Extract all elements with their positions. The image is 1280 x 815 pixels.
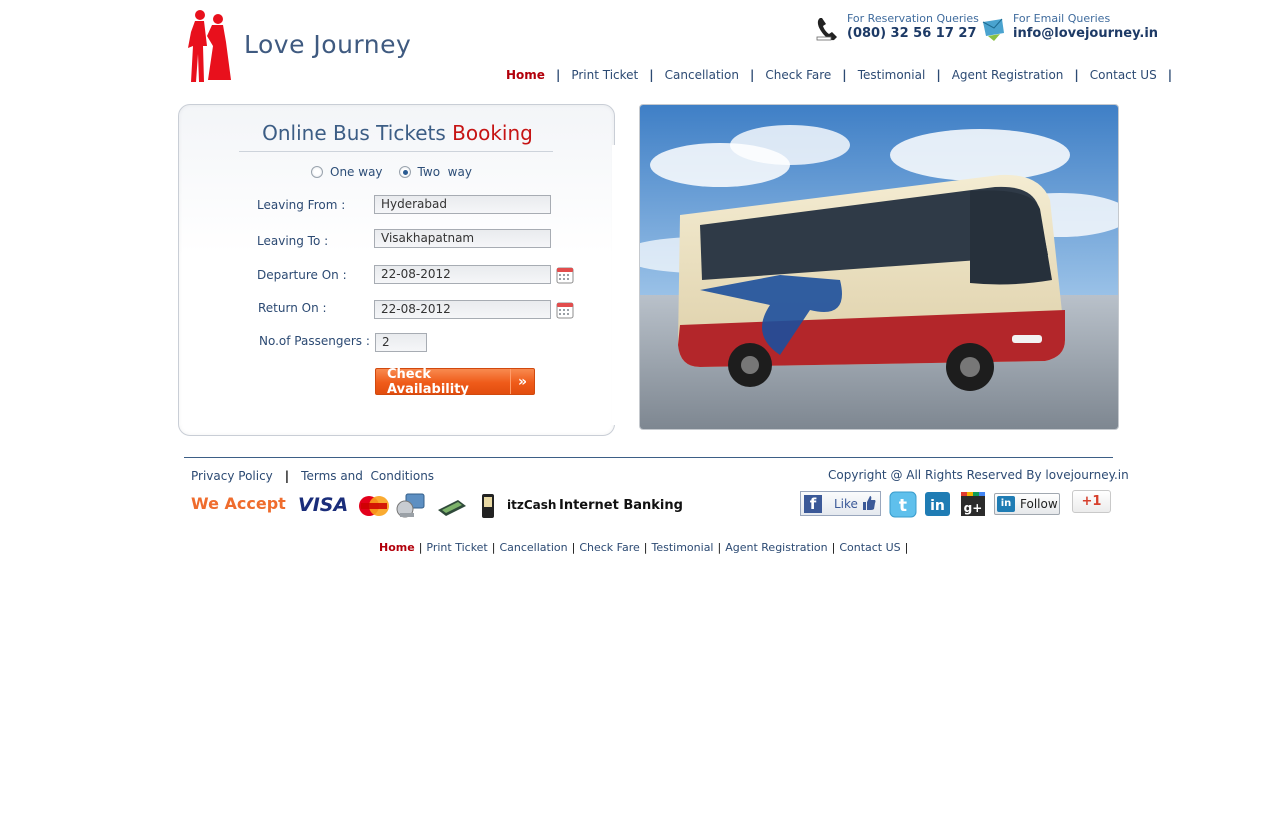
twitter-icon[interactable]: t	[889, 491, 917, 518]
nav-separator: |	[1167, 68, 1173, 82]
departure-date-input[interactable]: 22-08-2012	[374, 265, 551, 284]
one-way-label[interactable]: One way	[330, 165, 383, 179]
leaving-to-label: Leaving To :	[257, 234, 329, 248]
nav-check-fare[interactable]: Check Fare	[765, 68, 831, 82]
booking-title: Online Bus Tickets Booking	[179, 121, 616, 145]
nav-separator: |	[555, 68, 561, 82]
plus-one-label: +1	[1081, 494, 1102, 509]
terms-link[interactable]: Terms and Conditions	[301, 469, 434, 483]
bottom-nav-separator: |	[491, 541, 496, 554]
two-way-radio[interactable]	[398, 166, 411, 178]
itzcash-logo: itzCash	[507, 492, 556, 518]
check-availability-label: Check Availability	[387, 366, 469, 397]
mastercard-icon	[359, 496, 389, 516]
check-availability-button[interactable]: Check Availability »	[375, 366, 535, 397]
logo[interactable]: Love Journey	[182, 6, 422, 88]
nav-agent-registration[interactable]: Agent Registration	[952, 68, 1064, 82]
mobile-phone-icon	[482, 494, 494, 518]
footer-separator: |	[284, 469, 290, 483]
email-icon	[982, 18, 1004, 41]
brand-name: Love Journey	[244, 30, 412, 59]
return-calendar-icon[interactable]	[556, 301, 574, 319]
bus-illustration	[640, 105, 1118, 429]
departure-label: Departure On :	[257, 268, 347, 282]
nav-separator: |	[842, 68, 847, 82]
svg-text:g+: g+	[964, 501, 983, 515]
itzcash-text: itzCash	[507, 498, 557, 512]
bottom-nav-separator: |	[571, 541, 576, 554]
top-navigation: Home | Print Ticket | Cancellation | Che…	[506, 66, 1183, 84]
bottom-nav-separator: |	[717, 541, 722, 554]
double-chevron-right-icon: »	[510, 369, 534, 394]
linkedin-small-icon: in	[997, 496, 1015, 512]
nav-home[interactable]: Home	[506, 68, 545, 82]
nav-separator: |	[749, 68, 755, 82]
privacy-policy-link[interactable]: Privacy Policy	[191, 469, 273, 483]
reservation-phone: (080) 32 56 17 27	[847, 26, 977, 41]
two-way-label[interactable]: Two way	[418, 165, 472, 179]
nav-testimonial[interactable]: Testimonial	[858, 68, 926, 82]
footer-links: Privacy Policy | Terms and Conditions	[191, 469, 434, 483]
copyright-text: Copyright @ All Rights Reserved By lovej…	[828, 468, 1129, 482]
bottom-nav-home[interactable]: Home	[379, 541, 415, 554]
google-plus-one-button[interactable]: +1	[1072, 490, 1111, 513]
phone-icon	[816, 18, 837, 41]
passengers-input[interactable]: 2	[375, 333, 427, 352]
facebook-like-button[interactable]: f Like	[800, 491, 881, 516]
leaving-to-input[interactable]: Visakhapatnam	[374, 229, 551, 248]
booking-panel: Online Bus Tickets Booking One way Two w…	[178, 104, 616, 436]
nav-separator: |	[649, 68, 654, 82]
booking-title-accent: Booking	[452, 121, 533, 145]
return-label: Return On :	[258, 301, 327, 315]
couple-logo-icon	[188, 10, 231, 82]
footer-divider	[184, 457, 1113, 458]
bottom-nav-agent-registration[interactable]: Agent Registration	[725, 541, 827, 554]
reservation-contact: For Reservation Queries (080) 32 56 17 2…	[814, 12, 979, 44]
linkedin-follow-label: Follow	[1020, 497, 1058, 511]
email-address[interactable]: info@lovejourney.in	[1013, 26, 1158, 42]
bottom-nav-testimonial[interactable]: Testimonial	[652, 541, 714, 554]
card-swipe-icon	[438, 500, 466, 516]
svg-text:t: t	[899, 496, 907, 516]
linkedin-follow-button[interactable]: in Follow	[994, 493, 1060, 515]
we-accept-label: We Accept	[191, 494, 286, 513]
thumbs-up-icon	[863, 496, 876, 510]
facebook-like-label: Like	[834, 497, 858, 511]
leaving-from-input[interactable]: Hyderabad	[374, 195, 551, 214]
svg-text:in: in	[930, 498, 945, 514]
one-way-radio[interactable]	[311, 166, 323, 178]
passengers-label: No.of Passengers :	[259, 334, 370, 348]
netbanking-computer-icon	[396, 493, 425, 518]
nav-print-ticket[interactable]: Print Ticket	[571, 68, 638, 82]
nav-cancellation[interactable]: Cancellation	[665, 68, 739, 82]
nav-separator: |	[1074, 68, 1079, 82]
bottom-nav-separator: |	[904, 541, 909, 554]
bottom-nav-cancellation[interactable]: Cancellation	[499, 541, 567, 554]
internet-banking-label: Internet Banking	[559, 497, 683, 513]
title-divider	[239, 151, 553, 152]
nav-contact-us[interactable]: Contact US	[1090, 68, 1157, 82]
trip-type-group: One way Two way	[311, 165, 488, 179]
bottom-nav-separator: |	[831, 541, 836, 554]
bottom-nav-contact-us[interactable]: Contact US	[839, 541, 900, 554]
leaving-from-label: Leaving From :	[257, 198, 346, 212]
linkedin-icon[interactable]: in	[924, 491, 951, 517]
booking-title-main: Online Bus Tickets	[262, 121, 453, 145]
return-date-input[interactable]: 22-08-2012	[374, 300, 551, 319]
departure-calendar-icon[interactable]	[556, 266, 574, 284]
email-label: For Email Queries	[1013, 12, 1111, 25]
google-plus-icon[interactable]: g+	[960, 491, 986, 517]
nav-separator: |	[936, 68, 941, 82]
bottom-nav-separator: |	[418, 541, 423, 554]
bottom-nav-separator: |	[643, 541, 648, 554]
bottom-nav-check-fare[interactable]: Check Fare	[579, 541, 639, 554]
reservation-label: For Reservation Queries	[847, 12, 979, 25]
email-contact: For Email Queries info@lovejourney.in	[980, 12, 1158, 44]
visa-logo: VISA	[298, 494, 349, 516]
facebook-icon: f	[804, 495, 822, 513]
bottom-nav-print-ticket[interactable]: Print Ticket	[426, 541, 487, 554]
bottom-navigation: Home | Print Ticket | Cancellation | Che…	[379, 541, 912, 554]
hero-bus-image	[639, 104, 1119, 430]
